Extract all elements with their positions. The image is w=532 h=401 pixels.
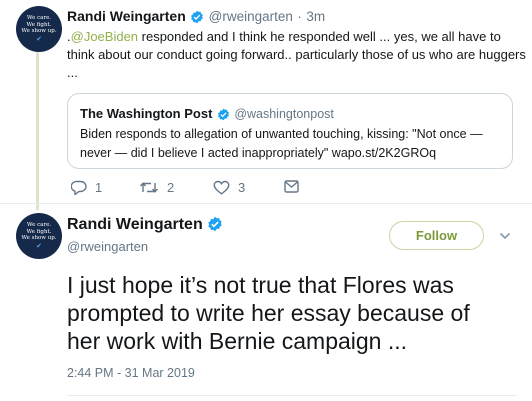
quoted-tweet-card[interactable]: The Washington Post @washingtonpost Bide… (67, 93, 513, 169)
tweet-time[interactable]: 3m (306, 9, 325, 24)
envelope-icon (284, 180, 299, 193)
retweet-button[interactable]: 2 (139, 180, 174, 195)
text-line: responded and I think he responded well … (138, 29, 501, 44)
avatar-mark-icon: ✔ (36, 241, 42, 250)
text-line: her work with Bernie campaign ... (67, 328, 408, 354)
follow-button[interactable]: Follow (389, 221, 484, 250)
separator: · (297, 9, 302, 24)
mention-link[interactable]: @JoeBiden (71, 29, 138, 44)
tweet-timestamp[interactable]: 2:44 PM - 31 Mar 2019 (67, 366, 195, 380)
text-line: Biden responds to allegation of unwanted… (80, 127, 483, 141)
text-line: never — did I believe I acted inappropri… (80, 146, 437, 160)
divider (67, 395, 517, 396)
thread-connector-line (36, 50, 39, 210)
tweet-text: .@JoeBiden responded and I think he resp… (67, 28, 526, 82)
text-line: think about our conduct going forward.. … (67, 47, 526, 62)
direct-message-button[interactable] (284, 180, 307, 193)
heart-icon (213, 180, 230, 195)
tweet-header: Randi Weingarten (67, 216, 223, 234)
display-name[interactable]: Randi Weingarten (67, 8, 186, 24)
more-options-button[interactable] (499, 228, 511, 246)
avatar[interactable]: We care. We fight. We show up. ✔ (16, 6, 62, 52)
avatar-text: We show up. (21, 235, 57, 242)
text-line: prompted to write her essay because of (67, 300, 470, 326)
handle[interactable]: @rweingarten (67, 239, 148, 254)
avatar[interactable]: We care. We fight. We show up. ✔ (16, 213, 62, 259)
quoted-display-name: The Washington Post (80, 106, 213, 121)
text-line: I just hope it’s not true that Flores wa… (67, 272, 454, 298)
quoted-tweet-header: The Washington Post @washingtonpost (80, 105, 334, 123)
retweet-count: 2 (167, 180, 175, 195)
quoted-tweet-text: Biden responds to allegation of unwanted… (80, 125, 483, 163)
display-name[interactable]: Randi Weingarten (67, 216, 203, 233)
tweet-text: I just hope it’s not true that Flores wa… (67, 271, 470, 355)
retweet-icon (139, 182, 159, 193)
reply-button[interactable]: 1 (71, 180, 102, 195)
verified-badge-icon (191, 10, 204, 24)
tweet-header: Randi Weingarten @rweingarten · 3m (67, 8, 325, 26)
avatar-text: We show up. (21, 28, 57, 35)
verified-badge-icon (217, 108, 229, 121)
verified-badge-icon (208, 216, 222, 232)
like-button[interactable]: 3 (213, 180, 245, 195)
avatar-mark-icon: ✔ (36, 34, 42, 43)
text-line: ... (67, 65, 78, 80)
divider (0, 203, 532, 204)
handle[interactable]: @rweingarten (209, 9, 293, 24)
reply-icon (71, 180, 87, 195)
chevron-down-icon (499, 232, 511, 240)
quoted-handle: @washingtonpost (234, 107, 334, 121)
like-count: 3 (238, 180, 246, 195)
reply-count: 1 (95, 180, 103, 195)
